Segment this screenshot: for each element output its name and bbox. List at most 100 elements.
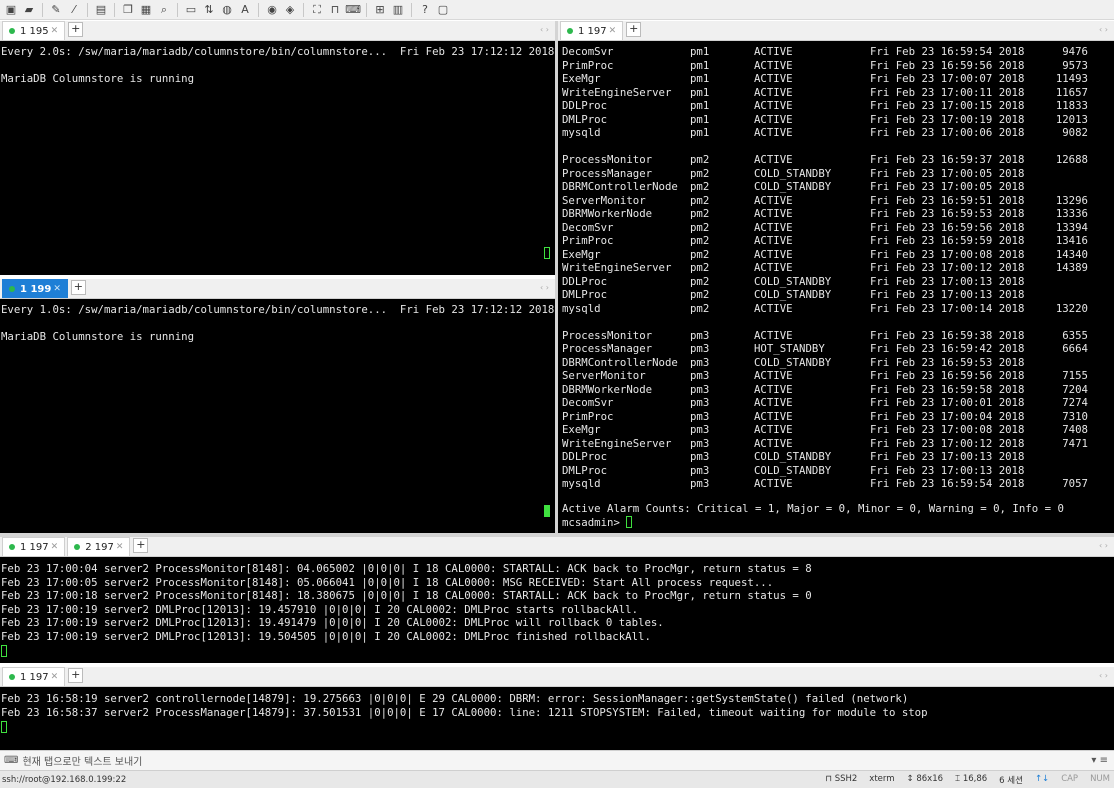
tab-scroll-icon[interactable]: ‹ ›	[1099, 541, 1108, 550]
new-tab-button[interactable]: +	[68, 22, 84, 37]
send-text-placeholder: 현재 탭으로만 텍스트 보내기	[22, 757, 143, 768]
new-tab-button[interactable]: +	[626, 22, 642, 37]
process-name: WriteEngineServer	[562, 261, 672, 274]
process-name: DecomSvr	[562, 220, 614, 234]
process-state: ACTIVE	[754, 72, 793, 85]
process-pid	[1040, 315, 1088, 329]
tab-close-icon[interactable]: ✕	[53, 284, 61, 294]
tab-1-197[interactable]: 1 197 ✕	[560, 21, 624, 40]
start-time: Fri Feb 23 17:00:14 2018	[870, 301, 1025, 315]
send-text-bar[interactable]: ⌨ 현재 탭으로만 텍스트 보내기 ▾ ≡	[0, 750, 1114, 770]
brush-icon[interactable]: ⁄	[67, 3, 81, 17]
open-folder-icon[interactable]: ▰	[22, 3, 36, 17]
middle-left-terminal[interactable]: Every 1.0s: /sw/maria/mariadb/columnstor…	[0, 299, 555, 533]
print-icon[interactable]: ▭	[184, 3, 198, 17]
chat-icon[interactable]: ▢	[436, 3, 450, 17]
keyboard-icon[interactable]: ⌨	[345, 3, 361, 17]
terminal-type: xterm	[869, 773, 895, 784]
process-state: ACTIVE	[754, 382, 793, 396]
tab-scroll-icon[interactable]: ‹ ›	[540, 283, 549, 292]
paste-icon[interactable]: ▦	[139, 3, 153, 17]
process-status-terminal[interactable]: DecomSvr pm1 ACTIVE Fri Feb 23 16:59:54 201…	[558, 41, 1114, 533]
fullscreen-icon[interactable]: ⛶	[310, 3, 324, 17]
start-time: Fri Feb 23 17:00:05 2018	[870, 180, 1025, 193]
macro-icon[interactable]: ◈	[283, 3, 297, 17]
tab-close-icon[interactable]: ✕	[116, 542, 124, 552]
tab-close-icon[interactable]: ✕	[51, 542, 59, 552]
pen-icon[interactable]: ✎	[49, 3, 63, 17]
start-time: Fri Feb 23 17:00:13 2018	[870, 463, 1025, 477]
process-state: ACTIVE	[754, 58, 793, 72]
toolbar-divider	[258, 2, 259, 17]
process-pid	[1040, 180, 1088, 194]
log1-tabbar: 1 197 ✕ 2 197 ✕ + ‹ ›	[0, 537, 1114, 557]
position-icon: ⌶	[955, 773, 961, 784]
module-name: pm2	[690, 288, 710, 301]
process-row	[562, 140, 1088, 154]
new-session-icon[interactable]: ▣	[4, 3, 18, 17]
process-pid	[1040, 275, 1088, 289]
plus-window-icon[interactable]: ⊞	[373, 3, 387, 17]
menu-icon[interactable]: ▾ ≡	[1091, 755, 1108, 766]
process-state: COLD_STANDBY	[754, 463, 832, 477]
tab-1-197[interactable]: 1 197 ✕	[2, 537, 66, 556]
process-pid: 13416	[1055, 234, 1088, 247]
tab-scroll-icon[interactable]: ‹ ›	[540, 25, 549, 34]
start-time	[870, 315, 1040, 329]
tab-scroll-icon[interactable]: ‹ ›	[1099, 671, 1108, 680]
process-name: ProcessMonitor	[562, 153, 653, 166]
process-state: ACTIVE	[754, 477, 793, 490]
process-pid: 7274	[1062, 396, 1088, 409]
log1-terminal[interactable]: Feb 23 17:00:04 server2 ProcessMonitor[8…	[0, 557, 1114, 663]
module-name: pm2	[690, 274, 710, 288]
log-line: Feb 23 17:00:18 server2 ProcessMonitor[8…	[1, 589, 812, 602]
transfer-icon[interactable]: ⇅	[202, 3, 216, 17]
process-row: ProcessManager pm3 HOT_STANDBY Fri Feb 23 1…	[562, 342, 1088, 356]
font-icon[interactable]: A	[238, 3, 252, 17]
top-left-terminal[interactable]: Every 2.0s: /sw/maria/mariadb/columnstor…	[0, 41, 555, 275]
process-name: mysqld	[562, 477, 601, 490]
lock-icon[interactable]: ⊓	[328, 3, 342, 17]
tab-2-197[interactable]: 2 197 ✕	[67, 537, 131, 556]
process-row: mysqld pm3 ACTIVE Fri Feb 23 16:59:54 2018 7…	[562, 477, 1088, 491]
log-line: Feb 23 17:00:19 server2 DMLProc[12013]: …	[1, 629, 651, 643]
module-name: pm2	[690, 220, 710, 234]
copy-icon[interactable]: ❐	[121, 3, 135, 17]
process-row: ExeMgr pm1 ACTIVE Fri Feb 23 17:00:07 2018 1…	[562, 72, 1088, 86]
tab-close-icon[interactable]: ✕	[609, 26, 617, 36]
process-name: ServerMonitor	[562, 193, 646, 207]
process-state: COLD_STANDBY	[754, 355, 832, 369]
module-name: pm3	[690, 328, 710, 342]
tab-close-icon[interactable]: ✕	[51, 672, 59, 682]
help-icon[interactable]: ?	[418, 3, 432, 17]
log2-terminal[interactable]: Feb 23 16:58:19 server2 controllernode[1…	[0, 687, 1114, 750]
tab-1-197[interactable]: 1 197 ✕	[2, 667, 66, 686]
toolbar-divider	[114, 2, 115, 17]
tab-scroll-icon[interactable]: ‹ ›	[1099, 25, 1108, 34]
watch-header: Every 2.0s: /sw/maria/mariadb/columnstor…	[1, 45, 555, 58]
start-time	[870, 140, 1040, 154]
new-tab-button[interactable]: +	[68, 668, 84, 683]
new-window-icon[interactable]: ▤	[94, 3, 108, 17]
process-state: ACTIVE	[754, 99, 793, 112]
tab-1-199[interactable]: 1 199 ✕	[2, 279, 68, 298]
new-tab-button[interactable]: +	[70, 280, 86, 295]
layout-icon[interactable]: ▥	[391, 3, 405, 17]
process-state: ACTIVE	[754, 153, 793, 166]
tab-close-icon[interactable]: ✕	[51, 26, 59, 36]
process-row	[562, 315, 1088, 329]
process-name: ExeMgr	[562, 247, 601, 261]
log-line: Feb 23 17:00:04 server2 ProcessMonitor[8…	[1, 562, 812, 575]
start-time: Fri Feb 23 16:59:54 2018	[870, 45, 1025, 58]
find-icon[interactable]: ⌕	[157, 3, 171, 17]
new-tab-button[interactable]: +	[133, 538, 149, 553]
process-name: DDLProc	[562, 450, 608, 463]
process-state: ACTIVE	[754, 436, 793, 450]
terminal-cursor	[626, 516, 633, 528]
globe-icon[interactable]: ◍	[220, 3, 234, 17]
module-name: pm3	[690, 342, 710, 355]
process-state: ACTIVE	[754, 85, 793, 99]
process-state: ACTIVE	[754, 247, 793, 261]
tab-1-195[interactable]: 1 195 ✕	[2, 21, 66, 40]
script-icon[interactable]: ◉	[265, 3, 279, 17]
